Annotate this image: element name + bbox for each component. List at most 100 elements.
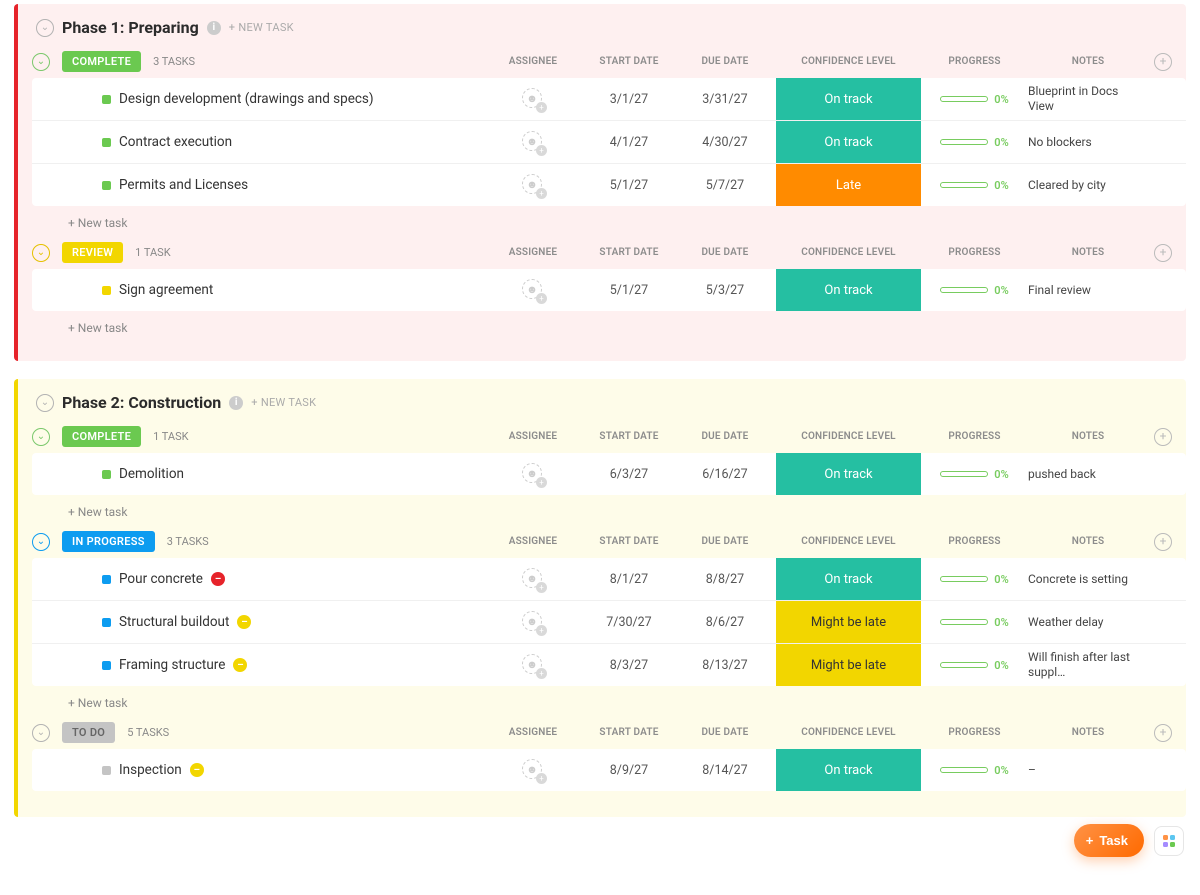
add-column-button[interactable]: + [1154, 428, 1172, 446]
task-name-cell[interactable]: Framing structure– [62, 657, 482, 673]
progress-cell[interactable]: 0% [927, 659, 1022, 672]
progress-cell[interactable]: 0% [927, 93, 1022, 106]
confidence-cell[interactable]: Late [776, 164, 921, 206]
new-task-row[interactable]: + New task [32, 686, 1186, 710]
assignee-avatar[interactable]: ☻+ [522, 88, 544, 110]
phase-new-task[interactable]: + NEW TASK [229, 21, 294, 34]
progress-cell[interactable]: 0% [927, 616, 1022, 629]
due-date[interactable]: 8/8/27 [680, 572, 770, 587]
due-date[interactable]: 8/13/27 [680, 658, 770, 673]
start-date[interactable]: 5/1/27 [584, 178, 674, 193]
confidence-cell[interactable]: Might be late [776, 601, 921, 643]
notes-cell[interactable]: Blueprint in Docs View [1028, 84, 1148, 114]
assignee-avatar[interactable]: ☻+ [522, 611, 544, 633]
confidence-cell[interactable]: On track [776, 558, 921, 600]
status-badge[interactable]: COMPLETE [62, 426, 141, 447]
confidence-cell[interactable]: Might be late [776, 644, 921, 686]
chevron-down-icon[interactable]: ⌄ [32, 724, 50, 742]
chevron-down-icon[interactable]: ⌄ [32, 244, 50, 262]
progress-cell[interactable]: 0% [927, 136, 1022, 149]
due-date[interactable]: 3/31/27 [680, 92, 770, 107]
assignee-avatar[interactable]: ☻+ [522, 174, 544, 196]
progress-cell[interactable]: 0% [927, 284, 1022, 297]
due-date[interactable]: 5/7/27 [680, 178, 770, 193]
confidence-cell[interactable]: On track [776, 269, 921, 311]
assignee-avatar[interactable]: ☻+ [522, 568, 544, 590]
progress-cell[interactable]: 0% [927, 468, 1022, 481]
new-task-row[interactable]: + New task [32, 311, 1186, 335]
start-date[interactable]: 8/3/27 [584, 658, 674, 673]
add-column-button[interactable]: + [1154, 533, 1172, 551]
status-badge[interactable]: TO DO [62, 722, 115, 743]
task-row[interactable]: Structural buildout– ☻+ 7/30/27 8/6/27 Might… [32, 601, 1186, 644]
notes-cell[interactable]: pushed back [1028, 467, 1148, 482]
start-date[interactable]: 6/3/27 [584, 467, 674, 482]
add-column-button[interactable]: + [1154, 724, 1172, 742]
start-date[interactable]: 3/1/27 [584, 92, 674, 107]
fab-apps-button[interactable] [1154, 826, 1184, 856]
task-row[interactable]: Permits and Licenses ☻+ 5/1/27 5/7/27 Late 0%… [32, 164, 1186, 206]
task-name-cell[interactable]: Sign agreement [62, 282, 482, 298]
progress-cell[interactable]: 0% [927, 573, 1022, 586]
chevron-down-icon[interactable]: ⌄ [36, 19, 54, 37]
start-date[interactable]: 8/1/27 [584, 572, 674, 587]
confidence-cell[interactable]: On track [776, 453, 921, 495]
due-date[interactable]: 4/30/27 [680, 135, 770, 150]
status-badge[interactable]: IN PROGRESS [62, 531, 155, 552]
start-date[interactable]: 7/30/27 [584, 615, 674, 630]
notes-cell[interactable]: No blockers [1028, 135, 1148, 150]
notes-cell[interactable]: Will finish after last suppl… [1028, 650, 1148, 680]
assignee-avatar[interactable]: ☻+ [522, 131, 544, 153]
task-row[interactable]: Sign agreement ☻+ 5/1/27 5/3/27 On track 0% Fi… [32, 269, 1186, 311]
due-date[interactable]: 6/16/27 [680, 467, 770, 482]
status-badge[interactable]: COMPLETE [62, 51, 141, 72]
info-icon[interactable]: i [207, 21, 221, 35]
task-name-cell[interactable]: Structural buildout– [62, 614, 482, 630]
task-name-cell[interactable]: Design development (drawings and specs) [62, 91, 482, 107]
due-date[interactable]: 5/3/27 [680, 283, 770, 298]
confidence-cell[interactable]: On track [776, 78, 921, 120]
notes-cell[interactable]: Weather delay [1028, 615, 1148, 630]
add-column-button[interactable]: + [1154, 53, 1172, 71]
notes-cell[interactable]: Concrete is setting [1028, 572, 1148, 587]
start-date[interactable]: 5/1/27 [584, 283, 674, 298]
task-row[interactable]: Demolition ☻+ 6/3/27 6/16/27 On track 0% pushe… [32, 453, 1186, 495]
chevron-down-icon[interactable]: ⌄ [32, 428, 50, 446]
fab-new-task-button[interactable]: + Task [1074, 824, 1144, 857]
add-column-button[interactable]: + [1154, 244, 1172, 262]
assignee-avatar[interactable]: ☻+ [522, 654, 544, 676]
assignee-avatar[interactable]: ☻+ [522, 463, 544, 485]
task-row[interactable]: Contract execution ☻+ 4/1/27 4/30/27 On trac… [32, 121, 1186, 164]
task-name-cell[interactable]: Pour concrete– [62, 571, 482, 587]
info-icon[interactable]: i [229, 396, 243, 410]
task-name-cell[interactable]: Inspection– [62, 762, 482, 778]
confidence-cell[interactable]: On track [776, 121, 921, 163]
task-name-cell[interactable]: Demolition [62, 466, 482, 482]
assignee-avatar[interactable]: ☻+ [522, 759, 544, 781]
notes-cell[interactable]: Final review [1028, 283, 1148, 298]
start-date[interactable]: 4/1/27 [584, 135, 674, 150]
new-task-row[interactable]: + New task [32, 495, 1186, 519]
progress-cell[interactable]: 0% [927, 179, 1022, 192]
notes-cell[interactable]: Cleared by city [1028, 178, 1148, 193]
task-row[interactable]: Pour concrete– ☻+ 8/1/27 8/8/27 On track 0% Co… [32, 558, 1186, 601]
progress-cell[interactable]: 0% [927, 764, 1022, 777]
chevron-down-icon[interactable]: ⌄ [32, 533, 50, 551]
chevron-down-icon[interactable]: ⌄ [36, 394, 54, 412]
task-row[interactable]: Inspection– ☻+ 8/9/27 8/14/27 On track 0%– [32, 749, 1186, 791]
notes-cell[interactable]: – [1028, 763, 1148, 778]
task-name-cell[interactable]: Permits and Licenses [62, 177, 482, 193]
tasks-count: 5 TASKS [127, 726, 169, 739]
phase-new-task[interactable]: + NEW TASK [251, 396, 316, 409]
task-row[interactable]: Framing structure– ☻+ 8/3/27 8/13/27 Might b… [32, 644, 1186, 686]
status-badge[interactable]: REVIEW [62, 242, 123, 263]
task-name-cell[interactable]: Contract execution [62, 134, 482, 150]
new-task-row[interactable]: + New task [32, 206, 1186, 230]
start-date[interactable]: 8/9/27 [584, 763, 674, 778]
task-row[interactable]: Design development (drawings and specs) ☻… [32, 78, 1186, 121]
confidence-cell[interactable]: On track [776, 749, 921, 791]
assignee-avatar[interactable]: ☻+ [522, 279, 544, 301]
due-date[interactable]: 8/14/27 [680, 763, 770, 778]
chevron-down-icon[interactable]: ⌄ [32, 53, 50, 71]
due-date[interactable]: 8/6/27 [680, 615, 770, 630]
